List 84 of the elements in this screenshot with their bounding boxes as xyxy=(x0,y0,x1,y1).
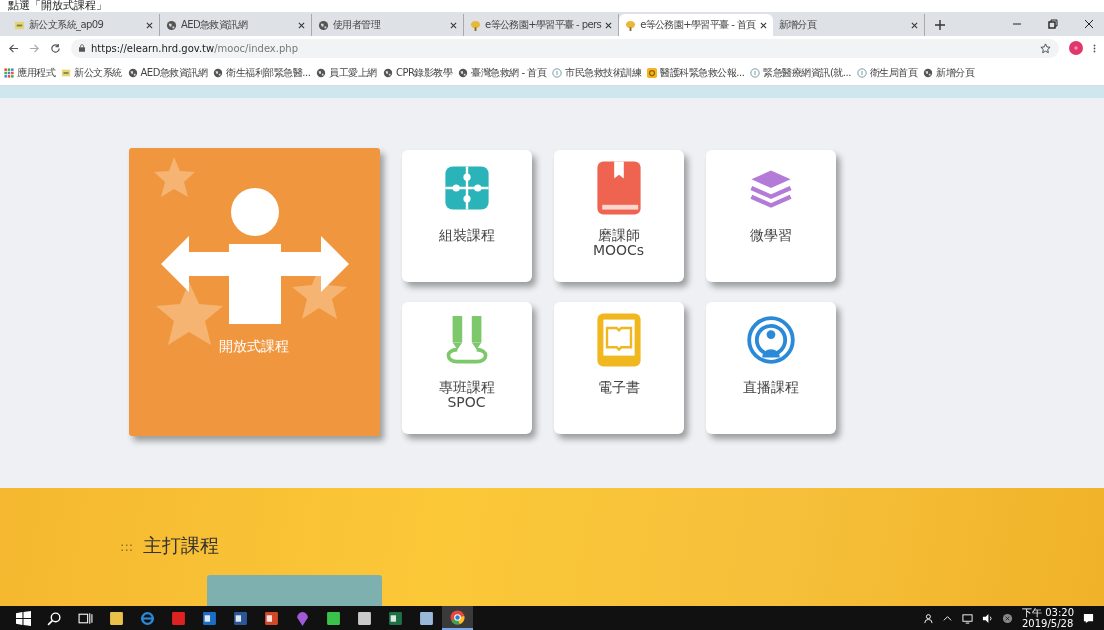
globe-icon xyxy=(127,67,138,78)
bookmark-link[interactable]: 新增分頁 xyxy=(936,65,975,80)
bookmark-link[interactable]: CPR錄影教學 xyxy=(395,65,453,80)
book-icon xyxy=(594,160,643,216)
browser-e-icon xyxy=(140,610,155,626)
bookmark-link[interactable]: 衛生福利部緊急醫... xyxy=(226,65,311,80)
close-icon[interactable] xyxy=(605,21,613,29)
card-label: 直播課程 xyxy=(742,380,799,395)
globe-icon xyxy=(213,67,224,78)
card-label: 磨課師 MOOCs xyxy=(592,228,645,258)
circle-icon xyxy=(750,67,761,78)
close-icon[interactable] xyxy=(759,21,767,29)
app-icon xyxy=(357,610,372,626)
error-circle-icon[interactable] xyxy=(1002,612,1013,624)
card-label: 專班課程 SPOC xyxy=(438,380,495,410)
star-icon[interactable] xyxy=(1040,42,1051,54)
close-icon[interactable] xyxy=(1084,19,1094,29)
app-icon xyxy=(202,610,217,626)
volume-icon[interactable] xyxy=(982,612,993,624)
course-category-card[interactable]: 電子書 xyxy=(553,302,684,434)
windows-logo-icon xyxy=(16,610,31,626)
people-icon[interactable] xyxy=(922,612,933,624)
badge-icon xyxy=(647,67,658,78)
globe-icon xyxy=(316,67,327,78)
section-marker: ::: xyxy=(120,538,134,554)
app-icon xyxy=(109,610,124,626)
globe-icon xyxy=(318,19,329,31)
bookmark-link[interactable]: 衛生局首頁 xyxy=(869,65,918,80)
app-icon xyxy=(264,610,279,626)
profile-avatar[interactable] xyxy=(1069,41,1083,55)
bookmark-link[interactable]: 緊急醫療網資訊(就... xyxy=(763,65,851,80)
bookmark-link[interactable]: 員工愛上網 xyxy=(329,65,377,80)
clock[interactable]: 下午 03:20 2019/5/28 xyxy=(1022,607,1074,629)
bookmark-link[interactable]: 應用程式 xyxy=(17,65,55,80)
notification-icon[interactable] xyxy=(1083,612,1094,624)
course-category-card[interactable]: 直播課程 xyxy=(705,302,836,434)
chrome-logo-icon xyxy=(450,609,465,625)
task-view-icon xyxy=(78,610,93,626)
new-tab-icon[interactable] xyxy=(934,20,945,30)
globe-icon xyxy=(166,19,177,31)
app-icon xyxy=(233,610,248,626)
close-icon[interactable] xyxy=(298,21,305,29)
course-category-card[interactable]: 專班課程 SPOC xyxy=(401,302,532,434)
back-icon[interactable] xyxy=(8,42,19,54)
search-icon xyxy=(47,610,62,626)
close-icon[interactable] xyxy=(146,21,153,29)
restore-icon[interactable] xyxy=(1048,19,1058,29)
app-icon xyxy=(171,610,186,626)
card-label: 微學習 xyxy=(749,228,792,243)
globe-icon xyxy=(923,67,934,78)
app-icon xyxy=(388,610,403,626)
bookmark-link[interactable]: 醫護科緊急救公報... xyxy=(660,65,745,80)
course-category-card[interactable]: 組裝課程 xyxy=(401,150,532,282)
map-pin-icon xyxy=(295,610,310,626)
circle-icon xyxy=(552,67,563,78)
lock-icon xyxy=(79,44,85,52)
url-text: https://elearn.hrd.gov.tw/mooc/index.php xyxy=(91,42,299,54)
network-icon[interactable] xyxy=(962,612,973,624)
bookmark-link[interactable]: 市民急救技術訓練 xyxy=(565,65,642,80)
course-category-card[interactable]: 磨課師 MOOCs xyxy=(553,150,684,282)
browser-tab[interactable]: e等公務園+學習平臺 - 首頁 xyxy=(619,14,773,36)
taskbar-app[interactable] xyxy=(442,606,473,630)
tablet-book-icon xyxy=(594,312,643,368)
app-icon xyxy=(419,610,434,626)
app-icon xyxy=(326,610,341,626)
document-icon xyxy=(61,67,71,78)
caption-text: 點選「開放式課程」 xyxy=(7,0,108,12)
bookmark-link[interactable]: AED急救資訊網 xyxy=(140,65,208,80)
bookmark-link[interactable]: 臺灣急救網 - 首頁 xyxy=(471,65,547,80)
menu-icon[interactable] xyxy=(1093,42,1096,54)
bookmark-link[interactable]: 新公文系統 xyxy=(74,65,122,80)
globe-icon xyxy=(458,67,469,78)
course-category-card[interactable]: 微學習 xyxy=(705,150,836,282)
apps-grid-icon xyxy=(4,67,14,78)
card-label: 電子書 xyxy=(597,380,640,395)
close-icon[interactable] xyxy=(450,21,457,29)
document-icon xyxy=(14,19,25,31)
address-bar[interactable]: https://elearn.hrd.gov.tw/mooc/index.php xyxy=(71,38,1059,58)
circle-icon xyxy=(856,67,867,78)
section-title: 主打課程 xyxy=(143,533,220,558)
globe-icon xyxy=(382,67,393,78)
close-icon[interactable] xyxy=(910,21,918,29)
card-label: 組裝課程 xyxy=(438,228,495,243)
reload-icon[interactable] xyxy=(50,42,61,54)
